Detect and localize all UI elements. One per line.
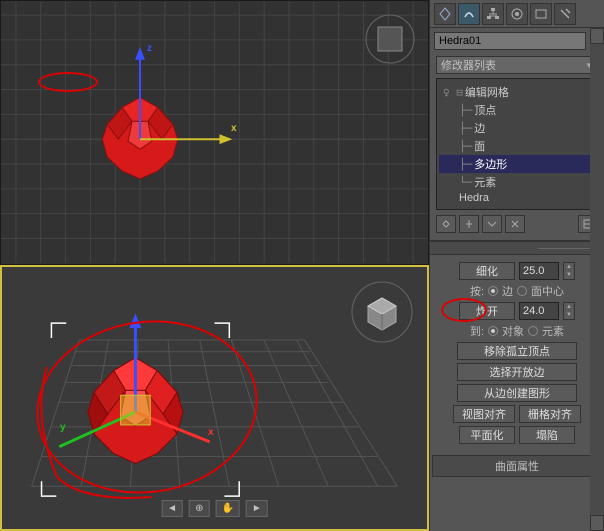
explode-button[interactable]: 炸开 [459,302,515,320]
tab-display-icon[interactable] [530,3,552,25]
stack-tools [430,212,604,236]
tessellate-button[interactable]: 细化 [459,262,515,280]
make-unique-icon[interactable] [482,215,502,233]
to-element-radio[interactable] [528,326,538,336]
to-label: 到: [470,323,484,339]
view-align-button[interactable]: 视图对齐 [453,405,515,423]
explode-spinner[interactable]: ▲▼ [563,302,575,320]
stack-element[interactable]: └─元素 [439,173,595,191]
to-object-radio[interactable] [488,326,498,336]
axis-z-label: z [147,43,152,54]
stack-vertex[interactable]: ├─顶点 [439,101,595,119]
nav-hand-icon[interactable]: ✋ [215,500,239,517]
tessellate-spinner[interactable]: ▲▼ [563,262,575,280]
axis-y-label: y [60,422,66,433]
stack-polygon[interactable]: ├─多边形 [439,155,595,173]
collapse-button[interactable]: 塌陷 [519,426,575,444]
tessellate-value[interactable]: 25.0 [519,262,559,280]
nav-prev-icon[interactable]: ◄ [161,500,183,517]
axis-x-label: x [231,123,237,134]
sidebar-scrollbar[interactable] [590,28,604,531]
remove-modifier-icon[interactable] [505,215,525,233]
viewcube-top[interactable] [362,11,418,70]
select-open-edges-button[interactable]: 选择开放边 [457,363,577,381]
axis-x-label-p: x [208,427,214,438]
command-panel-tabs [430,0,604,28]
stack-root[interactable]: ♀ ⊟ 编辑网格 [439,83,595,101]
modifier-list-dropdown[interactable]: 修改器列表 [436,56,598,74]
pin-stack-icon[interactable] [436,215,456,233]
viewport-perspective[interactable]: y x ◄ ⊕ ✋ ► [0,265,429,531]
nav-controls[interactable]: ◄ ⊕ ✋ ► [161,500,268,517]
by-edge-radio[interactable] [488,286,498,296]
remove-isolated-button[interactable]: 移除孤立顶点 [457,342,577,360]
bulb-icon: ♀ ⊟ [443,86,463,99]
tab-create-icon[interactable] [434,3,456,25]
stack-edge[interactable]: ├─边 [439,119,595,137]
object-name-input[interactable] [434,32,586,50]
tab-motion-icon[interactable] [506,3,528,25]
show-end-result-icon[interactable] [459,215,479,233]
tab-hierarchy-icon[interactable] [482,3,504,25]
by-label: 按: [470,283,484,299]
modifier-list-label: 修改器列表 [441,57,496,73]
surface-props-rollout[interactable]: 曲面属性 [432,455,602,477]
viewport-top[interactable]: z x [0,0,429,265]
viewcube-persp[interactable] [347,277,417,350]
tab-modify-icon[interactable] [458,3,480,25]
rollout-divider [430,241,604,255]
nav-next-icon[interactable]: ► [246,500,268,517]
planarize-button[interactable]: 平面化 [459,426,515,444]
stack-face[interactable]: ├─面 [439,137,595,155]
create-shape-button[interactable]: 从边创建图形 [457,384,577,402]
modifier-stack[interactable]: ♀ ⊟ 编辑网格 ├─顶点 ├─边 ├─面 ├─多边形 └─元素 Hedra [436,78,598,210]
grid-align-button[interactable]: 栅格对齐 [519,405,581,423]
stack-root-label: 编辑网格 [465,84,509,100]
nav-orbit-icon[interactable]: ⊕ [189,500,209,517]
tab-utilities-icon[interactable] [554,3,576,25]
stack-base[interactable]: Hedra [439,191,595,205]
by-face-center-radio[interactable] [517,286,527,296]
explode-value[interactable]: 24.0 [519,302,559,320]
